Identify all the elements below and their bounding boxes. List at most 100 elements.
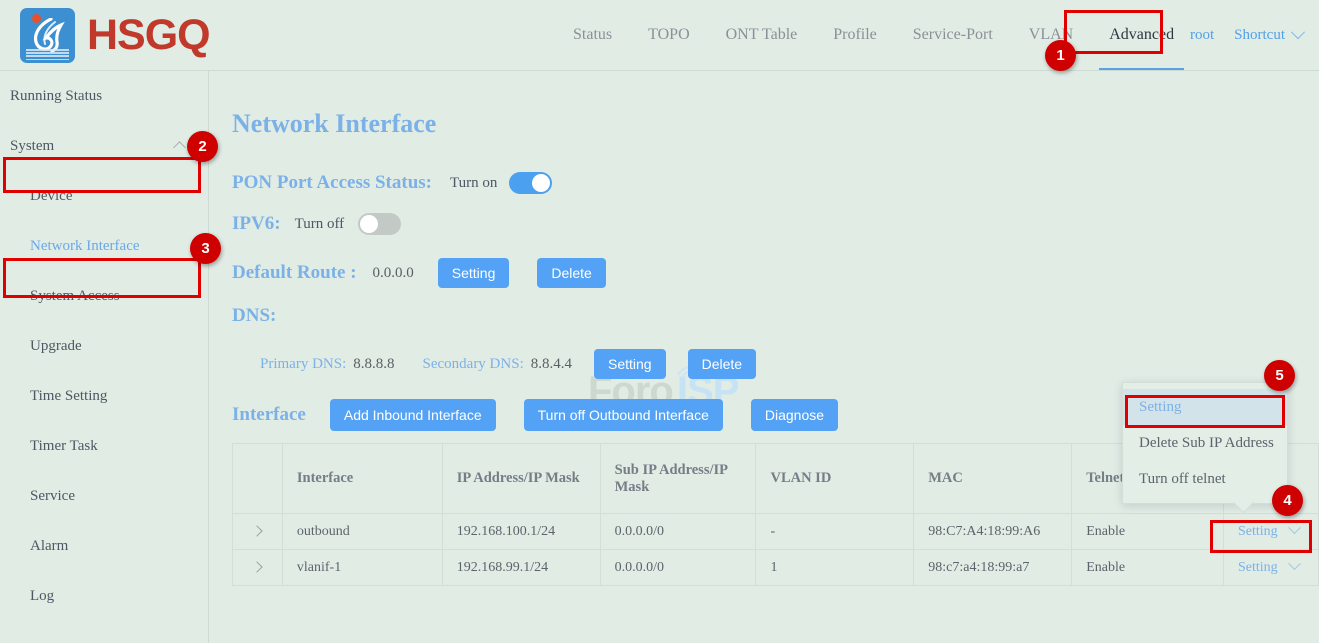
default-route-setting-button[interactable]: Setting [438, 258, 510, 288]
nav-item-status[interactable]: Status [555, 0, 630, 70]
nav-item-service-port[interactable]: Service-Port [895, 0, 1011, 70]
sidebar: Running Status System Device Network Int… [0, 71, 209, 643]
user-name-link[interactable]: root [1190, 27, 1214, 44]
default-route-row: Default Route : 0.0.0.0 Setting Delete [232, 258, 606, 288]
hsgq-logo-icon [20, 8, 75, 63]
ipv6-label: IPV6: [232, 213, 281, 235]
row-action-dropdown-menu: Setting Delete Sub IP Address Turn off t… [1122, 382, 1288, 504]
sidebar-item-network-interface[interactable]: Network Interface [0, 221, 208, 271]
sidebar-item-timer-task[interactable]: Timer Task [0, 421, 208, 471]
chevron-down-icon [1291, 25, 1305, 39]
chevron-down-icon [1288, 557, 1301, 570]
sidebar-item-time-setting[interactable]: Time Setting [0, 371, 208, 421]
dropdown-item-setting[interactable]: Setting [1123, 389, 1287, 425]
primary-dns-value: 8.8.8.8 [353, 356, 394, 373]
row-setting-label: Setting [1238, 560, 1278, 575]
sidebar-item-alarm[interactable]: Alarm [0, 521, 208, 571]
turn-off-outbound-interface-button[interactable]: Turn off Outbound Interface [524, 399, 723, 431]
th-mac: MAC [914, 444, 1072, 514]
primary-dns-label: Primary DNS: [260, 356, 346, 373]
default-route-value: 0.0.0.0 [373, 265, 414, 282]
sidebar-item-service[interactable]: Service [0, 471, 208, 521]
cell-interface: outbound [282, 514, 442, 550]
cell-telnet-status: Enable [1072, 514, 1224, 550]
shortcut-label: Shortcut [1234, 27, 1285, 44]
cell-mac: 98:C7:A4:18:99:A6 [914, 514, 1072, 550]
header-user-area: root Shortcut [1190, 0, 1303, 70]
dns-delete-button[interactable]: Delete [688, 349, 756, 379]
ipv6-state-text: Turn off [295, 216, 345, 233]
brand-name: HSGQ [87, 14, 210, 57]
app-header: HSGQ Status TOPO ONT Table Profile Servi… [0, 0, 1319, 71]
cell-ip-address: 192.168.100.1/24 [442, 514, 600, 550]
table-row: outbound 192.168.100.1/24 0.0.0.0/0 - 98… [233, 514, 1319, 550]
chevron-up-icon [173, 141, 186, 154]
sidebar-item-log[interactable]: Log [0, 571, 208, 621]
row-setting-dropdown-trigger[interactable]: Setting [1238, 524, 1299, 539]
dropdown-item-delete-sub-ip-address[interactable]: Delete Sub IP Address [1123, 425, 1287, 461]
dns-label: DNS: [232, 305, 276, 327]
sidebar-item-upgrade[interactable]: Upgrade [0, 321, 208, 371]
th-interface: Interface [282, 444, 442, 514]
nav-item-advanced[interactable]: Advanced [1091, 0, 1192, 70]
sidebar-item-running-status[interactable]: Running Status [0, 71, 208, 121]
ipv6-row: IPV6: Turn off [232, 213, 401, 235]
cell-action[interactable]: Setting [1223, 550, 1318, 586]
ipv6-toggle[interactable] [358, 213, 401, 235]
row-expand-cell[interactable] [233, 550, 283, 586]
row-expand-cell[interactable] [233, 514, 283, 550]
default-route-delete-button[interactable]: Delete [537, 258, 605, 288]
diagnose-button[interactable]: Diagnose [751, 399, 838, 431]
pon-state-text: Turn on [450, 175, 497, 192]
logo-bars-icon [26, 49, 69, 58]
th-ip-address: IP Address/IP Mask [442, 444, 600, 514]
nav-item-profile[interactable]: Profile [815, 0, 895, 70]
nav-item-vlan[interactable]: VLAN [1011, 0, 1091, 70]
cell-interface: vlanif-1 [282, 550, 442, 586]
sidebar-item-device[interactable]: Device [0, 171, 208, 221]
sidebar-item-system[interactable]: System [0, 121, 208, 171]
shortcut-menu[interactable]: Shortcut [1234, 27, 1303, 44]
table-body: outbound 192.168.100.1/24 0.0.0.0/0 - 98… [233, 514, 1319, 586]
dns-values-row: Primary DNS: 8.8.8.8 Secondary DNS: 8.8.… [260, 349, 756, 379]
page-title: Network Interface [232, 109, 436, 139]
nav-item-ont-table[interactable]: ONT Table [708, 0, 816, 70]
th-vlan-id: VLAN ID [756, 444, 914, 514]
nav-item-topo[interactable]: TOPO [630, 0, 708, 70]
cell-vlan-id: - [756, 514, 914, 550]
secondary-dns-label: Secondary DNS: [423, 356, 524, 373]
chevron-down-icon [1288, 521, 1301, 534]
chevron-right-icon[interactable] [252, 525, 263, 536]
logo-swoosh-icon [31, 18, 65, 52]
row-setting-label: Setting [1238, 524, 1278, 539]
chevron-right-icon[interactable] [252, 561, 263, 572]
pon-port-toggle[interactable] [509, 172, 552, 194]
sidebar-item-system-access[interactable]: System Access [0, 271, 208, 321]
app-root: HSGQ Status TOPO ONT Table Profile Servi… [0, 0, 1319, 643]
top-navigation: Status TOPO ONT Table Profile Service-Po… [555, 0, 1192, 70]
interface-label: Interface [232, 404, 306, 426]
dns-section-label-row: DNS: [232, 305, 276, 327]
cell-sub-ip-address: 0.0.0.0/0 [600, 550, 756, 586]
brand-logo[interactable]: HSGQ [20, 8, 210, 63]
cell-action[interactable]: Setting [1223, 514, 1318, 550]
cell-telnet-status: Enable [1072, 550, 1224, 586]
th-expand [233, 444, 283, 514]
table-row: vlanif-1 192.168.99.1/24 0.0.0.0/0 1 98:… [233, 550, 1319, 586]
pon-port-access-label: PON Port Access Status: [232, 172, 432, 194]
dropdown-item-turn-off-telnet[interactable]: Turn off telnet [1123, 461, 1287, 497]
add-inbound-interface-button[interactable]: Add Inbound Interface [330, 399, 496, 431]
row-setting-dropdown-trigger[interactable]: Setting [1238, 560, 1299, 575]
cell-ip-address: 192.168.99.1/24 [442, 550, 600, 586]
default-route-label: Default Route : [232, 262, 357, 284]
secondary-dns-value: 8.8.4.4 [531, 356, 572, 373]
th-sub-ip-address: Sub IP Address/IP Mask [600, 444, 756, 514]
cell-sub-ip-address: 0.0.0.0/0 [600, 514, 756, 550]
dns-setting-button[interactable]: Setting [594, 349, 666, 379]
main-content: Network Interface Foro ISP PON Port Acce… [210, 71, 1319, 643]
interface-toolbar-row: Interface Add Inbound Interface Turn off… [232, 399, 838, 431]
pon-port-access-row: PON Port Access Status: Turn on [232, 172, 552, 194]
sidebar-item-label: System [10, 138, 54, 155]
cell-vlan-id: 1 [756, 550, 914, 586]
cell-mac: 98:c7:a4:18:99:a7 [914, 550, 1072, 586]
